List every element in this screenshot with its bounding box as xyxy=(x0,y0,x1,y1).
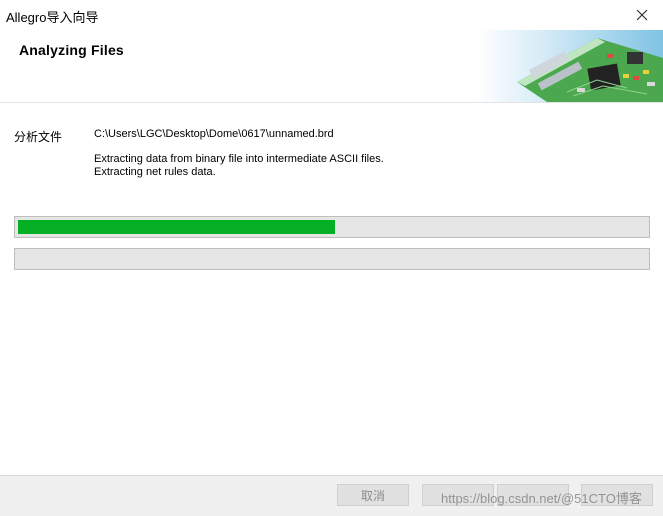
wizard-header: Analyzing Files xyxy=(0,30,663,102)
file-path: C:\Users\LGC\Desktop\Dome\0617\unnamed.b… xyxy=(94,128,334,140)
close-button[interactable] xyxy=(627,3,657,27)
import-wizard-window: Allegro导入向导 Analyzing Files 分析文件 C:\User… xyxy=(0,0,663,516)
status-line: Extracting net rules data. xyxy=(94,166,216,178)
cancel-button[interactable]: 取消 xyxy=(337,484,409,506)
file-label: 分析文件 xyxy=(14,130,63,144)
page-title: Analyzing Files xyxy=(19,42,124,58)
close-icon xyxy=(636,9,648,21)
step-progress-bar xyxy=(14,248,650,270)
progress-fill xyxy=(18,220,335,234)
wizard-content: 分析文件 C:\Users\LGC\Desktop\Dome\0617\unna… xyxy=(0,103,663,475)
watermark: https://blog.csdn.net/@51CTO博客 xyxy=(441,491,642,506)
window-title: Allegro导入向导 xyxy=(6,10,99,25)
pcb-banner-image xyxy=(477,30,663,102)
wizard-footer: 取消 https://blog.csdn.net/@51CTO博客 xyxy=(0,476,663,516)
overall-progress-bar xyxy=(14,216,650,238)
status-line: Extracting data from binary file into in… xyxy=(94,153,384,165)
title-bar: Allegro导入向导 xyxy=(0,0,663,30)
